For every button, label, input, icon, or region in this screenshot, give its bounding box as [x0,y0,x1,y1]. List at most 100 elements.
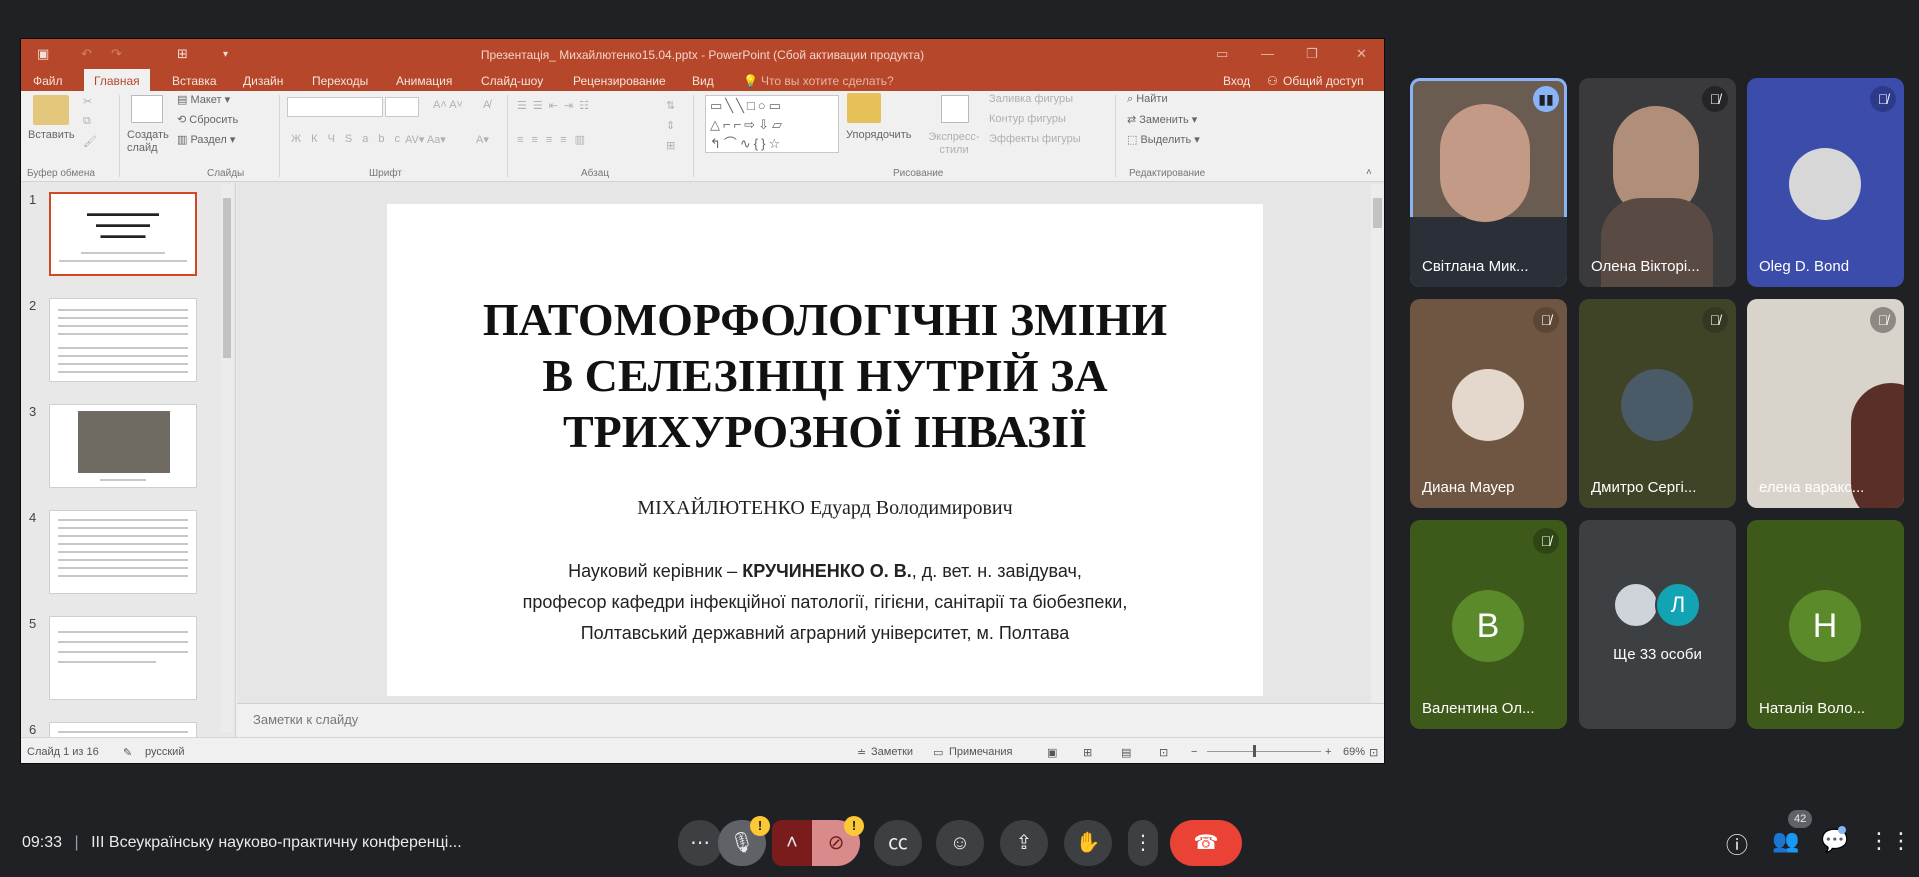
tell-me-input[interactable]: Что вы хотите сделать? [761,74,894,88]
notes-pane[interactable]: Заметки к слайду [237,703,1384,737]
thumbnail-slide-2[interactable] [49,298,197,382]
comments-toggle[interactable]: Примечания [949,746,1013,758]
participant-tile[interactable]: 🎙̸ Oleg D. Bond [1747,78,1904,287]
align-icons[interactable]: ≡≡≡≡▥ [517,133,593,146]
zoom-in-icon[interactable]: + [1325,746,1331,758]
mic-off-icon: 🎙̸ [1870,307,1896,333]
find-button[interactable]: ⌕ Найти [1127,93,1168,106]
more-participants-tile[interactable]: Л Ще 33 особи [1579,520,1736,729]
minimize-icon[interactable]: — [1261,46,1274,61]
thumb-number: 1 [29,192,37,207]
sorter-view-icon[interactable]: ⊞ [1083,746,1092,759]
participant-tile[interactable]: Н Наталія Воло... [1747,520,1904,729]
list-icons[interactable]: ☰☰⇤⇥☷ [517,99,595,112]
slide-scrollbar[interactable] [1371,184,1384,704]
maximize-icon[interactable]: ❐ [1306,46,1318,62]
tab-slideshow[interactable]: Слайд-шоу [481,74,543,88]
signin-link[interactable]: Вход [1223,74,1250,88]
tab-insert[interactable]: Вставка [172,74,217,88]
thumbnails-scrollbar[interactable] [221,184,233,732]
arrange-button[interactable]: Упорядочить [846,129,911,141]
participant-tile[interactable]: 🎙̸ елена варакс... [1747,299,1904,508]
participant-tile[interactable]: ▮▮ Світлана Мик... [1410,78,1567,287]
leave-call-button[interactable]: ☎ [1170,820,1242,866]
thumbnail-slide-3[interactable] [49,404,197,488]
thumbnail-slide-5[interactable] [49,616,197,700]
paste-icon[interactable] [33,95,69,125]
font-color-icon[interactable]: A▾ [476,133,489,146]
arrange-icon[interactable] [847,93,881,123]
notes-toggle-icon: ≐ [857,747,867,759]
reactions-button[interactable]: ☺ [936,820,984,866]
align-text-icon[interactable]: ⇕ [666,119,675,132]
tab-home[interactable]: Главная [84,69,150,91]
new-slide-button[interactable]: Создать слайд [127,129,177,155]
section-button[interactable]: ▥ Раздел ▾ [177,133,235,146]
more-options-button[interactable]: ⋯ [678,820,722,866]
font-size-select[interactable] [385,97,419,117]
select-button[interactable]: ⬚ Выделить ▾ [1127,133,1200,146]
font-style-icons[interactable]: ЖКЧSabc [291,133,410,145]
tab-file[interactable]: Файл [33,74,63,88]
ribbon-options-icon[interactable]: ▭ [1216,46,1228,62]
char-spacing-icon[interactable]: AV▾ Aa▾ [405,133,446,146]
participant-tile[interactable]: 🎙̸ Диана Мауер [1410,299,1567,508]
participant-tile[interactable]: В 🎙̸ Валентина Ол... [1410,520,1567,729]
close-icon[interactable]: ✕ [1356,46,1367,62]
meeting-details-button[interactable]: ⓘ [1722,828,1752,860]
share-button[interactable]: Общий доступ [1283,74,1364,88]
scroll-thumb[interactable] [1373,198,1382,228]
zoom-level[interactable]: 69% [1343,746,1365,758]
reset-button[interactable]: ⟲ Сбросить [177,113,238,126]
shape-effects-button[interactable]: Эффекты фигуры [989,133,1081,145]
tab-design[interactable]: Дизайн [243,74,283,88]
tab-view[interactable]: Вид [692,74,714,88]
reading-view-icon[interactable]: ▤ [1121,746,1131,759]
normal-view-icon[interactable]: ▣ [1047,746,1057,759]
quick-styles-button[interactable]: Экспресс-стили [926,131,982,157]
slideshow-view-icon[interactable]: ⊡ [1159,746,1168,759]
replace-button[interactable]: ⇄ Заменить ▾ [1127,113,1197,126]
tab-animations[interactable]: Анимация [396,74,452,88]
format-painter-icon[interactable]: 🖌 [83,135,97,148]
shapes-gallery[interactable]: ▭╲╲□○▭ △⌐⌐⇨⇩▱ ↰⌒∿{}☆ [705,95,839,153]
quick-styles-icon[interactable] [941,95,969,123]
tab-review[interactable]: Рецензирование [573,74,666,88]
paste-button[interactable]: Вставить [28,129,75,141]
captions-button[interactable]: ㏄ [874,820,922,866]
zoom-slider[interactable] [1207,751,1321,752]
layout-button[interactable]: ▤ Макет ▾ [177,93,230,106]
language-indicator[interactable]: русский [145,746,184,758]
fit-slide-icon[interactable]: ⊡ [1369,746,1378,759]
participant-tile[interactable]: 🎙̸ Дмитро Сергі... [1579,299,1736,508]
font-name-select[interactable] [287,97,383,117]
copy-icon[interactable]: ⧉ [83,115,91,128]
ribbon-divider [507,95,508,177]
more-actions-button[interactable]: ⋮ [1128,820,1158,866]
participant-tile[interactable]: 🎙̸ Олена Вікторі... [1579,78,1736,287]
thumbnail-slide-1[interactable]: ▬▬▬▬▬▬▬▬ ▬▬▬▬▬▬ ▬▬▬▬▬ [49,192,197,276]
shape-outline-button[interactable]: Контур фигуры [989,113,1066,125]
people-button[interactable]: 👥 [1771,828,1801,854]
tab-transitions[interactable]: Переходы [312,74,368,88]
shape-fill-button[interactable]: Заливка фигуры [989,93,1073,105]
spellcheck-icon[interactable]: ✎ [123,746,132,759]
cut-icon[interactable]: ✂ [83,95,92,108]
zoom-slider-thumb[interactable] [1253,745,1256,757]
camera-options-button[interactable]: ˄ [772,820,812,866]
font-grow-icon[interactable]: A˄ A˅ [433,99,463,111]
smartart-icon[interactable]: ⊞ [666,139,675,152]
scroll-thumb[interactable] [223,198,231,358]
current-slide[interactable]: ПАТОМОРФОЛОГІЧНІ ЗМІНИ В СЕЛЕЗІНЦІ НУТРІ… [387,204,1263,696]
notes-toggle[interactable]: Заметки [871,746,913,758]
thumbnail-slide-4[interactable] [49,510,197,594]
activities-button[interactable]: ⋮⋮⋮ [1868,828,1919,854]
clear-format-icon[interactable]: A̸ [483,99,490,111]
zoom-out-icon[interactable]: − [1191,746,1197,758]
present-button[interactable]: ⇪ [1000,820,1048,866]
collapse-ribbon-icon[interactable]: ˄ [1366,167,1372,178]
text-direction-icon[interactable]: ⇅ [666,99,675,112]
participant-name: Світлана Мик... [1422,258,1529,275]
raise-hand-button[interactable]: ✋ [1064,820,1112,866]
new-slide-icon[interactable] [131,95,163,123]
